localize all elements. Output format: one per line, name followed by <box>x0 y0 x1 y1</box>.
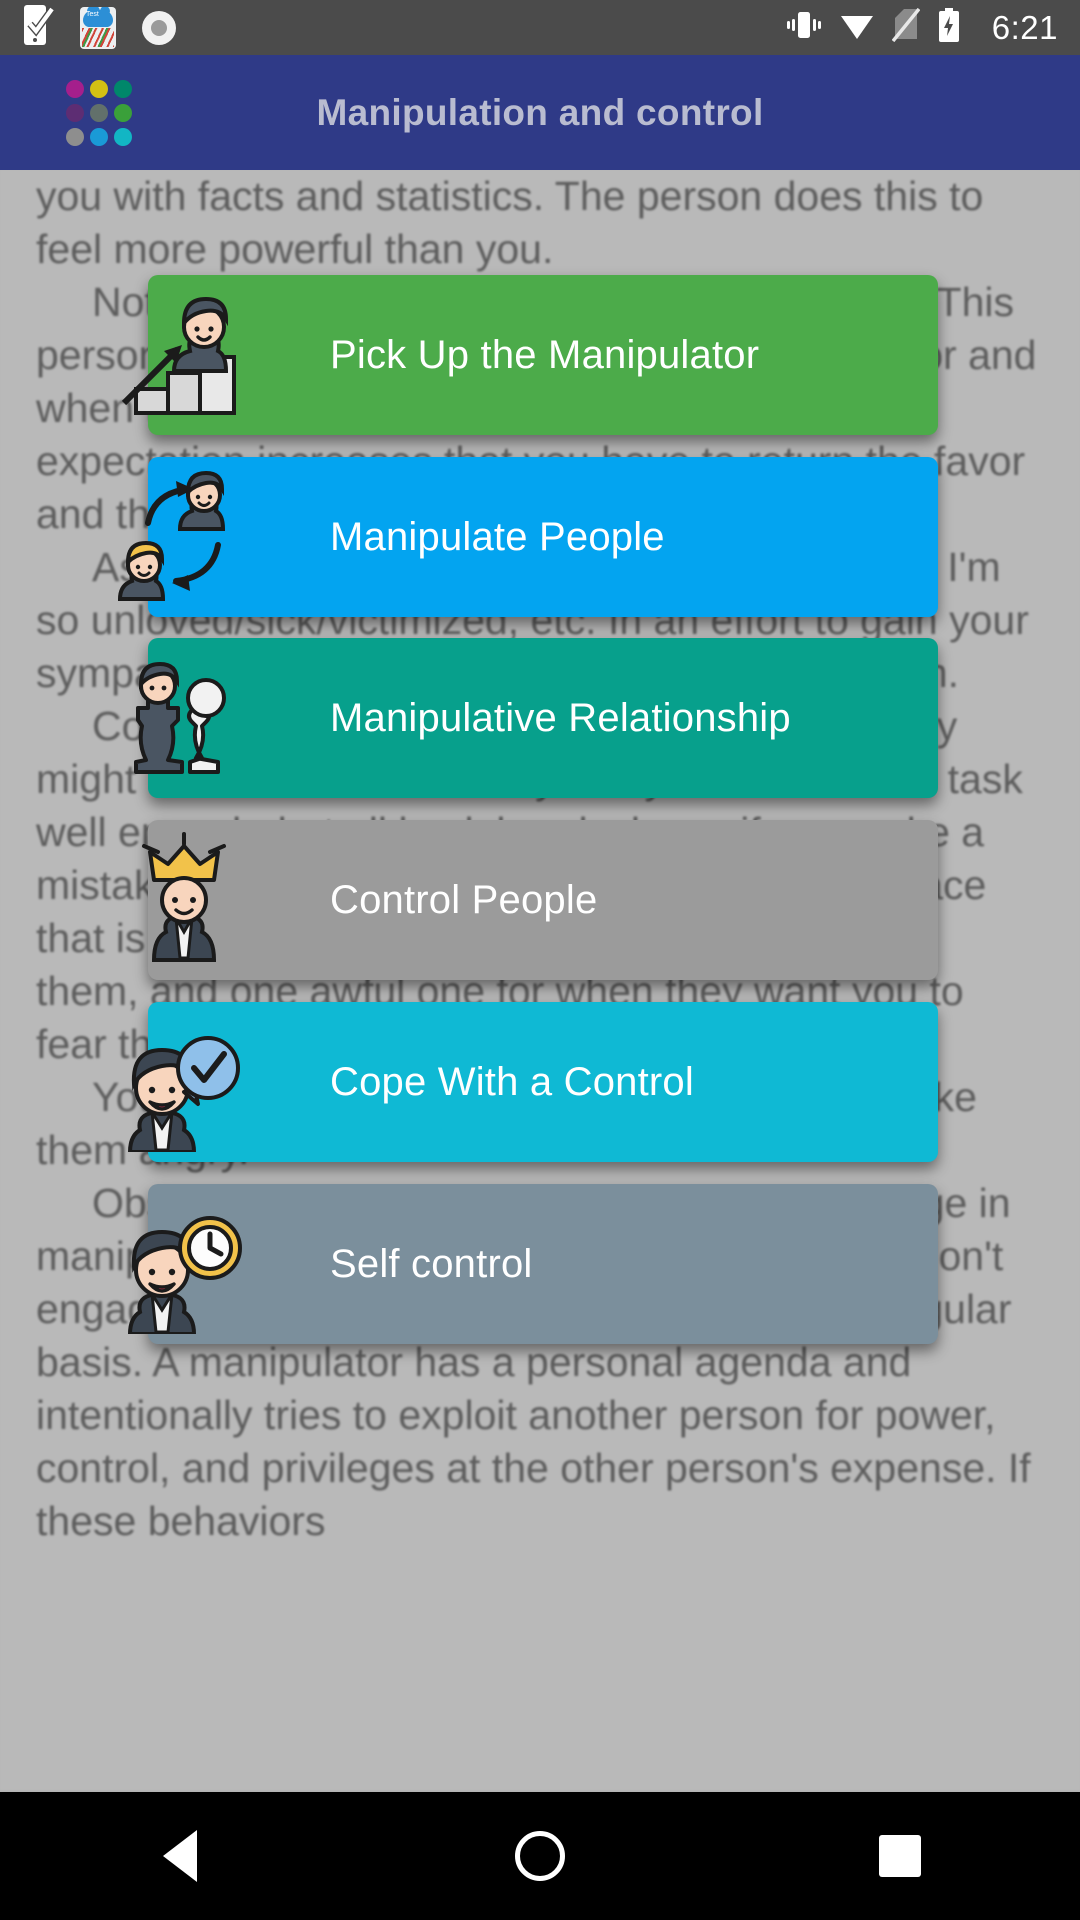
screen-record-icon <box>142 10 176 45</box>
status-bar-clock: 6:21 <box>991 8 1058 46</box>
battery-charging-icon <box>937 8 961 47</box>
wifi-icon <box>839 10 875 45</box>
card-label: Control People <box>330 877 598 922</box>
article-paragraph: you with facts and statistics. The perso… <box>36 173 984 272</box>
back-button[interactable] <box>105 1792 255 1920</box>
page-title: Manipulation and control <box>316 91 764 133</box>
card-label: Pick Up the Manipulator <box>330 332 760 377</box>
status-bar-right-icons: 6:21 <box>786 7 1058 47</box>
card-cope-with-a-control[interactable]: Cope With a Control <box>127 1002 938 1162</box>
card-label: Cope With a Control <box>330 1059 694 1104</box>
recents-square-icon <box>879 1835 921 1877</box>
phone-check-icon <box>22 4 55 51</box>
home-button[interactable] <box>465 1792 615 1920</box>
person-on-stairs-growth-icon <box>114 285 254 425</box>
card-manipulate-people[interactable]: Manipulate People <box>117 457 938 617</box>
person-with-crown-icon <box>114 830 254 970</box>
card-pick-up-the-manipulator[interactable]: Pick Up the Manipulator <box>121 275 938 435</box>
system-navigation-bar <box>0 1792 1080 1920</box>
card-control-people[interactable]: Control People <box>142 820 938 980</box>
card-manipulative-relationship[interactable]: Manipulative Relationship <box>134 638 938 798</box>
back-triangle-icon <box>163 1830 197 1882</box>
vibrate-icon <box>786 8 822 47</box>
sim-off-icon <box>891 7 921 47</box>
weather-cloud-app-icon: Test <box>80 6 116 49</box>
status-bar-left-icons: Test <box>22 4 176 51</box>
app-icon-label: Test <box>86 10 99 18</box>
recents-button[interactable] <box>825 1792 975 1920</box>
card-label: Self control <box>330 1241 533 1286</box>
two-people-exchange-arrows-icon <box>114 467 254 607</box>
app-header: Manipulation and control <box>0 55 1080 170</box>
person-check-bubble-icon <box>114 1012 254 1152</box>
status-bar: Test 6:21 <box>0 0 1080 55</box>
chess-pieces-icon <box>114 648 254 788</box>
person-with-clock-icon <box>114 1194 254 1334</box>
card-label: Manipulative Relationship <box>330 695 791 740</box>
home-circle-icon <box>515 1831 565 1881</box>
card-self-control[interactable]: Self control <box>127 1184 938 1344</box>
card-label: Manipulate People <box>330 514 665 559</box>
